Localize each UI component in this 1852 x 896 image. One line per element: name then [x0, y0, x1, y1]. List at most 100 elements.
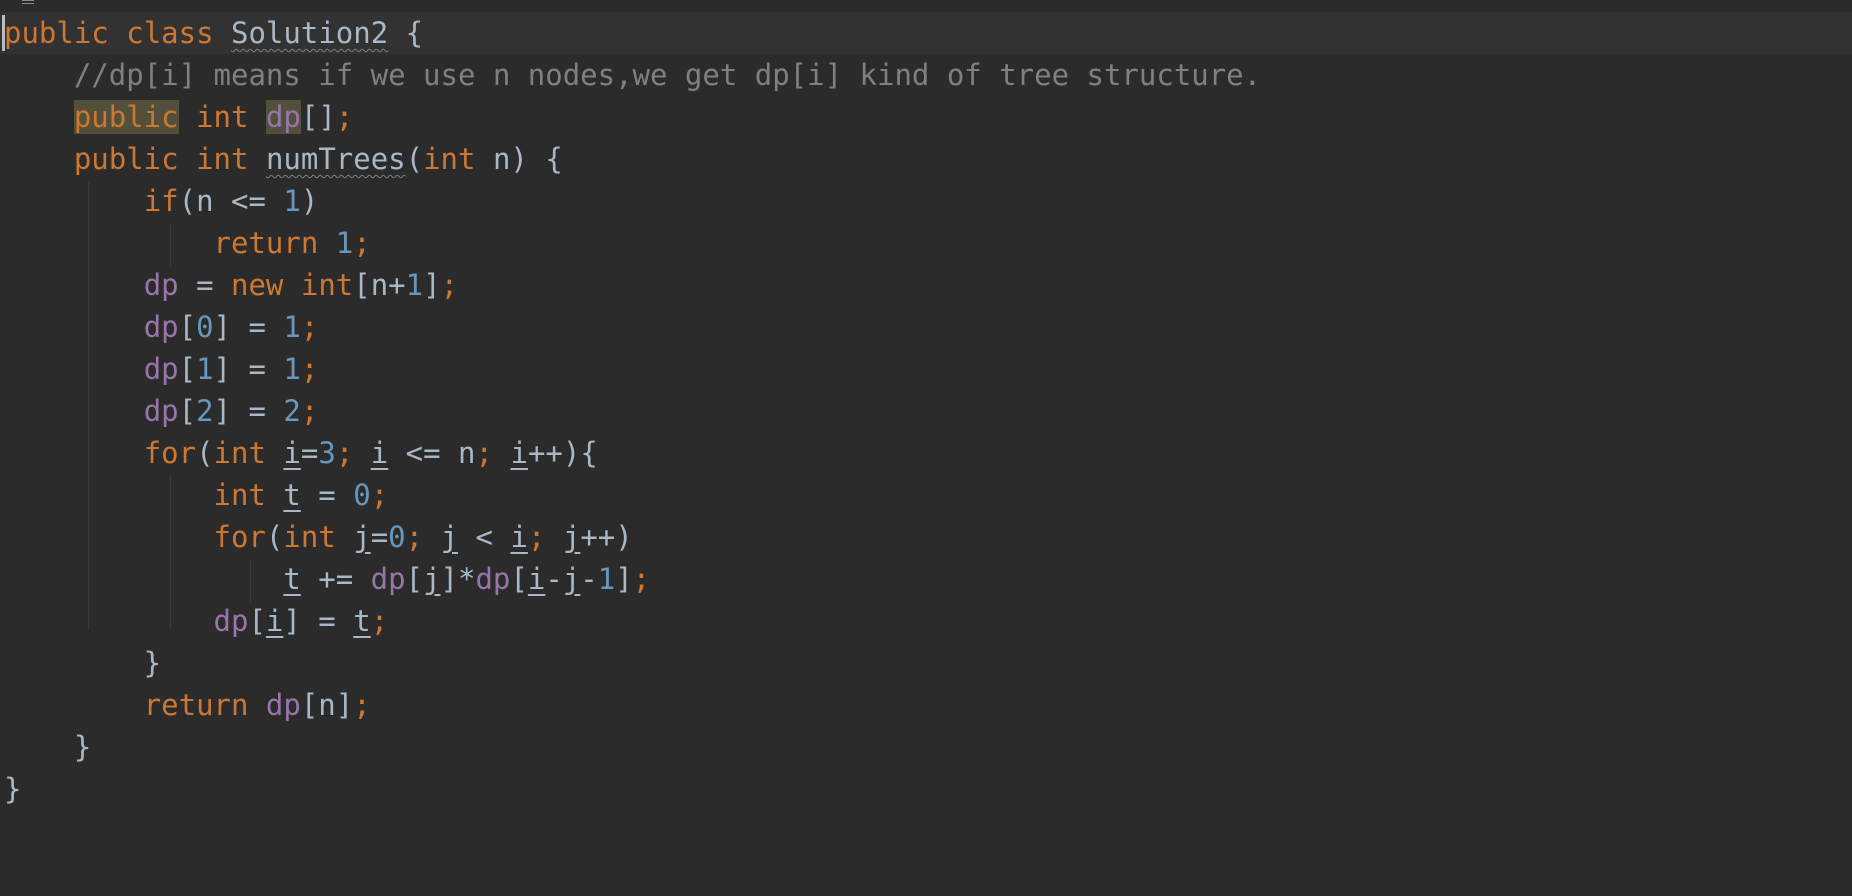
- code-token-text: n) {: [475, 142, 563, 176]
- code-line[interactable]: if(n <= 1): [4, 180, 1261, 222]
- code-line[interactable]: int t = 0;: [4, 474, 1261, 516]
- code-line[interactable]: dp[1] = 1;: [4, 348, 1261, 390]
- code-token-underline: i: [265, 604, 284, 638]
- code-area[interactable]: public class Solution2 { //dp[i] means i…: [4, 12, 1261, 810]
- code-token-underline: i: [370, 436, 389, 470]
- code-token-underline: t: [283, 562, 301, 596]
- code-line[interactable]: public int numTrees(int n) {: [4, 138, 1261, 180]
- code-token-semicolon: ;: [370, 604, 389, 638]
- code-token-text: (: [265, 520, 284, 554]
- code-token-comment: //dp[i] means if we use n nodes,we get d…: [73, 58, 1262, 92]
- code-token-semicolon: ;: [405, 520, 424, 554]
- code-token-underline: j: [562, 520, 581, 554]
- code-line[interactable]: dp = new int[n+1];: [4, 264, 1261, 306]
- code-token-field: dp: [143, 352, 179, 386]
- code-token-text: ++): [580, 520, 633, 554]
- code-line[interactable]: dp[i] = t;: [4, 600, 1261, 642]
- code-token-text: +=: [300, 562, 371, 596]
- code-line[interactable]: return dp[n];: [4, 684, 1261, 726]
- code-token-number: 2: [196, 394, 214, 428]
- code-editor[interactable]: public class Solution2 { //dp[i] means i…: [0, 0, 1852, 896]
- code-token-keyword: for: [143, 436, 197, 470]
- code-token-keyword: public: [73, 100, 179, 134]
- code-token-underline: i: [283, 436, 301, 470]
- code-token-text: =: [370, 520, 389, 554]
- code-token-underline: j: [562, 562, 581, 596]
- fold-marker-icon[interactable]: [22, 0, 34, 6]
- code-line[interactable]: //dp[i] means if we use n nodes,we get d…: [4, 54, 1261, 96]
- code-token-text: [n+: [353, 268, 406, 302]
- code-line[interactable]: dp[2] = 2;: [4, 390, 1261, 432]
- code-token-number: 1: [283, 310, 301, 344]
- code-token-text: <: [458, 520, 511, 554]
- code-line[interactable]: for(int i=3; i <= n; i++){: [4, 432, 1261, 474]
- code-token-keyword: class: [126, 16, 214, 50]
- code-line[interactable]: for(int j=0; j < i; j++): [4, 516, 1261, 558]
- code-token-text: (: [196, 436, 214, 470]
- code-token-underline: j: [423, 562, 441, 596]
- code-token-keyword: int: [300, 268, 354, 302]
- code-token-unused: numTrees: [265, 142, 406, 176]
- code-token-text: ] =: [213, 394, 284, 428]
- code-token-keyword: public: [4, 16, 109, 50]
- code-line[interactable]: public int dp[];: [4, 96, 1261, 138]
- code-token-underline: t: [353, 604, 371, 638]
- code-token-keyword: int: [283, 520, 336, 554]
- code-token-text: ] =: [213, 310, 284, 344]
- code-token-text: ] =: [283, 604, 354, 638]
- code-token-semicolon: ;: [527, 520, 546, 554]
- code-token-text: =: [300, 478, 354, 512]
- code-token-text: }: [4, 730, 92, 764]
- code-line[interactable]: }: [4, 726, 1261, 768]
- code-token-underline: i: [510, 436, 528, 470]
- code-token-semicolon: ;: [335, 436, 354, 470]
- code-token-semicolon: ;: [353, 688, 371, 722]
- code-token-semicolon: ;: [300, 352, 319, 386]
- code-token-text: ]: [423, 268, 441, 302]
- code-token-underline: i: [510, 520, 528, 554]
- code-token-field: dp: [143, 310, 179, 344]
- code-token-keyword: if: [143, 184, 179, 218]
- code-token-field: dp: [213, 604, 249, 638]
- code-line[interactable]: t += dp[j]*dp[i-j-1];: [4, 558, 1261, 600]
- code-line[interactable]: dp[0] = 1;: [4, 306, 1261, 348]
- code-token-text: ]*: [440, 562, 476, 596]
- code-token-semicolon: ;: [300, 310, 319, 344]
- code-token-underline: j: [440, 520, 459, 554]
- code-token-number: 0: [388, 520, 406, 554]
- code-token-text: -: [580, 562, 598, 596]
- code-token-text: (: [405, 142, 424, 176]
- code-line[interactable]: public class Solution2 {: [4, 12, 1261, 54]
- code-line[interactable]: return 1;: [4, 222, 1261, 264]
- code-token-text: ] =: [213, 352, 284, 386]
- code-token-underline: t: [283, 478, 301, 512]
- code-token-text: =: [178, 268, 231, 302]
- code-token-unused: Solution2: [231, 16, 389, 50]
- code-line[interactable]: }: [4, 768, 1261, 810]
- code-token-number: 1: [196, 352, 214, 386]
- code-token-text: [: [248, 604, 266, 638]
- code-token-text: []: [300, 100, 336, 134]
- code-token-text: [: [178, 352, 197, 386]
- code-line[interactable]: }: [4, 642, 1261, 684]
